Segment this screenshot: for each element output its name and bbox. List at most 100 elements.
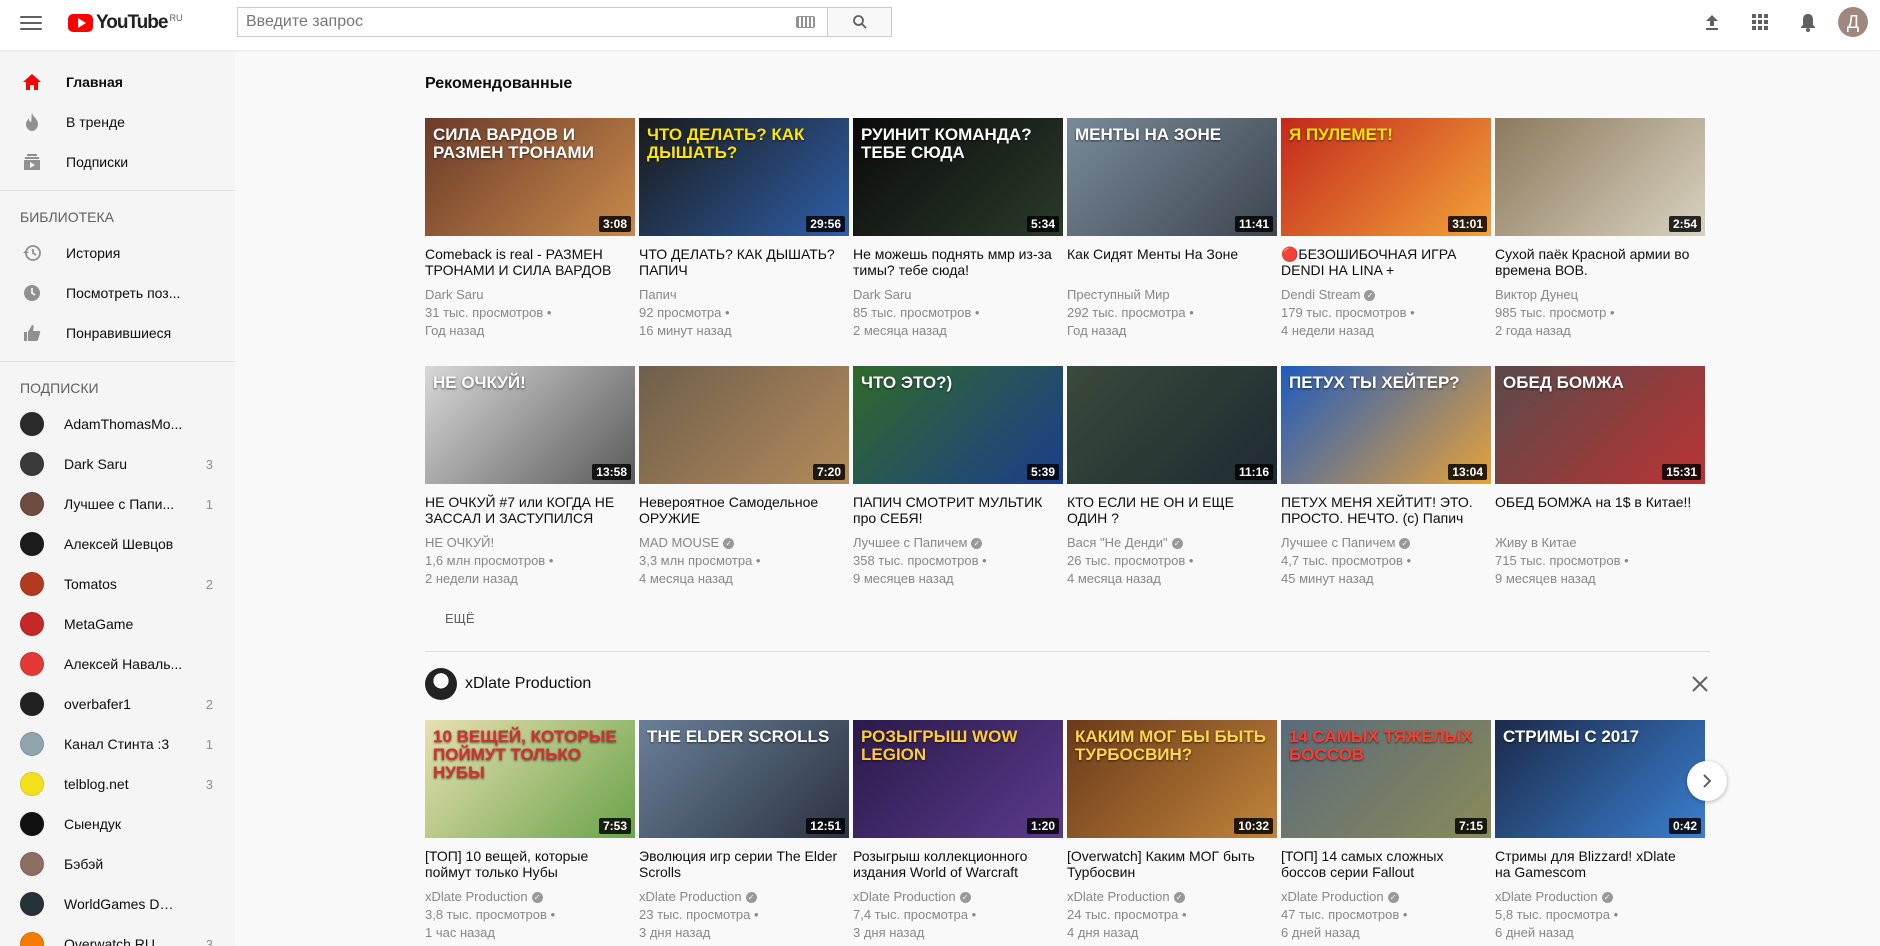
shelf-next-button[interactable] bbox=[1687, 761, 1727, 801]
video-card[interactable]: РУИНИТ КОМАНДА? ТЕБЕ СЮДА 5:34 Не можешь п… bbox=[853, 118, 1067, 340]
sidebar-item-trending[interactable]: В тренде bbox=[0, 102, 235, 142]
video-card[interactable]: МЕНТЫ НА ЗОНЕ 11:41 Как Сидят Менты На Зон… bbox=[1067, 118, 1281, 340]
video-thumbnail[interactable]: ЧТО ЭТО?) 5:39 bbox=[853, 366, 1063, 484]
youtube-logo[interactable]: YouTube RU bbox=[68, 12, 182, 34]
sidebar-item-home[interactable]: Главная bbox=[0, 62, 235, 102]
video-card[interactable]: НЕ ОЧКУЙ! 13:58 НЕ ОЧКУЙ #7 или КОГДА НЕ З… bbox=[425, 366, 639, 588]
video-channel[interactable]: xDlate Production bbox=[853, 889, 956, 904]
video-card[interactable]: ЧТО ДЕЛАТЬ? КАК ДЫШАТЬ? 29:56 ЧТО ДЕЛАТЬ? … bbox=[639, 118, 853, 340]
menu-icon[interactable] bbox=[20, 14, 42, 32]
video-title[interactable]: КТО ЕСЛИ НЕ ОН И ЕЩЕ ОДИН ? bbox=[1067, 494, 1267, 526]
video-title[interactable]: 🔴БЕЗОШИБОЧНАЯ ИГРА DENDI НА LINA + bbox=[1281, 246, 1481, 278]
video-thumbnail[interactable]: 2:54 bbox=[1495, 118, 1705, 236]
video-card[interactable]: Я ПУЛЕМЕТ! 31:01 🔴БЕЗОШИБОЧНАЯ ИГРА DENDI … bbox=[1281, 118, 1495, 340]
video-thumbnail[interactable]: РОЗЫГРЫШ WoW Legion 1:20 bbox=[853, 720, 1063, 838]
video-thumbnail[interactable]: ЧТО ДЕЛАТЬ? КАК ДЫШАТЬ? 29:56 bbox=[639, 118, 849, 236]
subscription-item[interactable]: Алексей Шевцов bbox=[0, 524, 235, 564]
sidebar-item-liked[interactable]: Понравившиеся bbox=[0, 313, 235, 353]
video-title[interactable]: [ТОП] 10 вещей, которые поймут только Ну… bbox=[425, 848, 625, 880]
video-thumbnail[interactable]: 14 самых тяжелых боссов 7:15 bbox=[1281, 720, 1491, 838]
video-card[interactable]: 11:16 КТО ЕСЛИ НЕ ОН И ЕЩЕ ОДИН ? Вася "Не… bbox=[1067, 366, 1281, 588]
video-channel[interactable]: xDlate Production bbox=[1067, 889, 1170, 904]
subscription-item[interactable]: AdamThomasMo... bbox=[0, 404, 235, 444]
search-button[interactable] bbox=[827, 7, 892, 37]
subscription-item[interactable]: Dark Saru 3 bbox=[0, 444, 235, 484]
video-card[interactable]: The Elder Scrolls 12:51 Эволюция игр серии… bbox=[639, 720, 853, 942]
video-title[interactable]: Как Сидят Менты На Зоне bbox=[1067, 246, 1267, 278]
search-input[interactable] bbox=[237, 7, 827, 37]
video-channel[interactable]: Живу в Китае bbox=[1495, 535, 1577, 550]
video-thumbnail[interactable]: The Elder Scrolls 12:51 bbox=[639, 720, 849, 838]
video-channel[interactable]: Лучшее с Папичем bbox=[853, 535, 967, 550]
video-title[interactable]: ПЕТУХ МЕНЯ ХЕЙТИТ! ЭТО. ПРОСТО. НЕЧТО. (… bbox=[1281, 494, 1481, 526]
video-card[interactable]: 14 самых тяжелых боссов 7:15 [ТОП] 14 самы… bbox=[1281, 720, 1495, 942]
video-card[interactable]: СИЛА ВАРДОВ И РАЗМЕН ТРОНАМИ 3:08 Comeback… bbox=[425, 118, 639, 340]
subscription-item[interactable]: Алексей Наваль... bbox=[0, 644, 235, 684]
video-title[interactable]: Comeback is real - РАЗМЕН ТРОНАМИ И СИЛА… bbox=[425, 246, 625, 278]
video-thumbnail[interactable]: Я ПУЛЕМЕТ! 31:01 bbox=[1281, 118, 1491, 236]
sidebar-item-watch-later[interactable]: Посмотреть поз... bbox=[0, 273, 235, 313]
video-card[interactable]: 7:20 Невероятное Самодельное ОРУЖИЕ MAD MO… bbox=[639, 366, 853, 588]
video-channel[interactable]: НЕ ОЧКУЙ! bbox=[425, 535, 494, 550]
subscription-item[interactable]: Сыендук bbox=[0, 804, 235, 844]
notifications-button[interactable] bbox=[1784, 0, 1832, 44]
video-title[interactable]: НЕ ОЧКУЙ #7 или КОГДА НЕ ЗАССАЛ И ЗАСТУП… bbox=[425, 494, 625, 526]
show-more-button[interactable]: Ещё bbox=[425, 603, 495, 634]
keyboard-icon[interactable] bbox=[796, 16, 815, 28]
video-title[interactable]: Невероятное Самодельное ОРУЖИЕ bbox=[639, 494, 839, 526]
video-title[interactable]: Сухой паёк Красной армии во времена ВОВ. bbox=[1495, 246, 1695, 278]
subscription-item[interactable]: Overwatch RU 3 bbox=[0, 924, 235, 946]
sidebar-item-history[interactable]: История bbox=[0, 233, 235, 273]
sidebar-item-subscriptions[interactable]: Подписки bbox=[0, 142, 235, 182]
video-title[interactable]: ПАПИЧ СМОТРИТ МУЛЬТИК про СЕБЯ! bbox=[853, 494, 1053, 526]
video-title[interactable]: ОБЕД БОМЖА на 1$ в Китае!! bbox=[1495, 494, 1695, 526]
video-thumbnail[interactable]: Стримы с 2017 0:42 bbox=[1495, 720, 1705, 838]
subscription-item[interactable]: MetaGame bbox=[0, 604, 235, 644]
upload-button[interactable] bbox=[1688, 0, 1736, 44]
video-title[interactable]: ЧТО ДЕЛАТЬ? КАК ДЫШАТЬ? ПАПИЧ bbox=[639, 246, 839, 278]
subscription-item[interactable]: WorldGames DOTA bbox=[0, 884, 235, 924]
channel-name[interactable]: xDlate Production bbox=[465, 675, 591, 693]
video-channel[interactable]: Папич bbox=[639, 287, 677, 302]
video-card[interactable]: Стримы с 2017 0:42 Стримы для Blizzard! xD… bbox=[1495, 720, 1709, 942]
video-thumbnail[interactable]: 7:20 bbox=[639, 366, 849, 484]
video-channel[interactable]: Преступный Мир bbox=[1067, 287, 1170, 302]
video-card[interactable]: 10 ВЕЩЕЙ, КОТОРЫЕ ПОЙМУТ ТОЛЬКО НУБЫ 7:53… bbox=[425, 720, 639, 942]
video-channel[interactable]: Dark Saru bbox=[425, 287, 484, 302]
video-title[interactable]: Эволюция игр серии The Elder Scrolls bbox=[639, 848, 839, 880]
video-title[interactable]: [ТОП] 14 самых сложных боссов серии Fall… bbox=[1281, 848, 1481, 880]
video-channel[interactable]: xDlate Production bbox=[425, 889, 528, 904]
video-thumbnail[interactable]: МЕНТЫ НА ЗОНЕ 11:41 bbox=[1067, 118, 1277, 236]
video-channel[interactable]: Вася "Не Денди" bbox=[1067, 535, 1168, 550]
video-channel[interactable]: Виктор Дунец bbox=[1495, 287, 1578, 302]
video-thumbnail[interactable]: РУИНИТ КОМАНДА? ТЕБЕ СЮДА 5:34 bbox=[853, 118, 1063, 236]
video-channel[interactable]: Лучшее с Папичем bbox=[1281, 535, 1395, 550]
subscription-item[interactable]: telblog.net 3 bbox=[0, 764, 235, 804]
video-title[interactable]: Стримы для Blizzard! xDlate на Gamescom bbox=[1495, 848, 1695, 880]
subscription-item[interactable]: overbafer1 2 bbox=[0, 684, 235, 724]
video-title[interactable]: Не можешь поднять ммр из-за тимы? тебе с… bbox=[853, 246, 1053, 278]
video-thumbnail[interactable]: НЕ ОЧКУЙ! 13:58 bbox=[425, 366, 635, 484]
video-title[interactable]: Розыгрыш коллекционного издания World of… bbox=[853, 848, 1053, 880]
subscription-item[interactable]: Канал Стинта :3 1 bbox=[0, 724, 235, 764]
video-thumbnail[interactable]: ОБЕД БОМЖА 15:31 bbox=[1495, 366, 1705, 484]
video-card[interactable]: ПЕТУХ ТЫ ХЕЙТЕР? 13:04 ПЕТУХ МЕНЯ ХЕЙТИТ! … bbox=[1281, 366, 1495, 588]
video-card[interactable]: 2:54 Сухой паёк Красной армии во времена … bbox=[1495, 118, 1709, 340]
video-thumbnail[interactable]: СИЛА ВАРДОВ И РАЗМЕН ТРОНАМИ 3:08 bbox=[425, 118, 635, 236]
subscription-item[interactable]: Лучшее с Папи... 1 bbox=[0, 484, 235, 524]
video-thumbnail[interactable]: ПЕТУХ ТЫ ХЕЙТЕР? 13:04 bbox=[1281, 366, 1491, 484]
video-channel[interactable]: MAD MOUSE bbox=[639, 535, 719, 550]
video-thumbnail[interactable]: КАКИМ МОГ БЫ БЫТЬ ТУРБОСВИН? 10:32 bbox=[1067, 720, 1277, 838]
video-title[interactable]: [Overwatch] Каким МОГ быть Турбосвин bbox=[1067, 848, 1267, 880]
video-channel[interactable]: Dark Saru bbox=[853, 287, 912, 302]
video-card[interactable]: ЧТО ЭТО?) 5:39 ПАПИЧ СМОТРИТ МУЛЬТИК про С… bbox=[853, 366, 1067, 588]
video-card[interactable]: КАКИМ МОГ БЫ БЫТЬ ТУРБОСВИН? 10:32 [Overwa… bbox=[1067, 720, 1281, 942]
channel-avatar[interactable] bbox=[425, 668, 457, 700]
subscription-item[interactable]: Tomatos 2 bbox=[0, 564, 235, 604]
video-card[interactable]: РОЗЫГРЫШ WoW Legion 1:20 Розыгрыш коллекци… bbox=[853, 720, 1067, 942]
video-thumbnail[interactable]: 10 ВЕЩЕЙ, КОТОРЫЕ ПОЙМУТ ТОЛЬКО НУБЫ 7:53 bbox=[425, 720, 635, 838]
account-avatar[interactable]: Д bbox=[1838, 7, 1868, 37]
subscription-item[interactable]: Бэбэй bbox=[0, 844, 235, 884]
video-thumbnail[interactable]: 11:16 bbox=[1067, 366, 1277, 484]
video-channel[interactable]: xDlate Production bbox=[1495, 889, 1598, 904]
